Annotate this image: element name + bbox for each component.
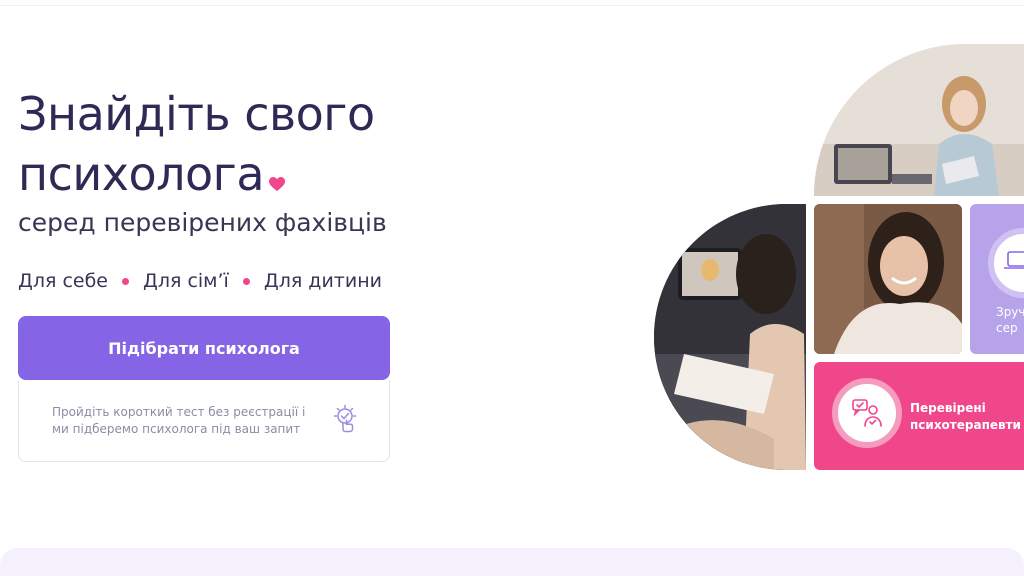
hero-subtitle: серед перевірених фахівців <box>18 208 387 237</box>
hero-title-word: психолога <box>18 147 265 201</box>
video-session-photo <box>654 204 806 470</box>
verified-therapists-label-line-1: Перевірені <box>910 401 986 415</box>
quick-test-text: Пройдіть короткий тест без реєстрації і … <box>52 404 306 436</box>
convenient-service-label-line-2: сер <box>996 321 1018 335</box>
verified-psychologist-icon <box>832 378 902 448</box>
next-section-band <box>0 548 1024 576</box>
separator-dot-icon <box>242 277 250 285</box>
smiling-woman-photo <box>814 204 962 354</box>
audience-item-child: Для дитини <box>263 270 382 292</box>
hero-title: Знайдіть свого психолога <box>18 84 375 204</box>
hero-title-line-2: психолога <box>18 144 375 204</box>
convenient-service-card[interactable]: Зруч сер <box>970 204 1024 354</box>
chat-laptop-icon <box>988 228 1024 298</box>
convenient-service-label: Зруч сер <box>996 304 1024 336</box>
verified-therapists-card[interactable]: Перевірені психотерапевти <box>814 362 1024 470</box>
convenient-service-label-line-1: Зруч <box>996 305 1024 319</box>
audience-item-family: Для сім’ї <box>143 270 229 292</box>
hero-title-line-1: Знайдіть свого <box>18 87 375 141</box>
woman-laptop-photo <box>814 44 1024 196</box>
audience-item-self: Для себе <box>18 270 108 292</box>
heart-icon <box>268 176 286 192</box>
audience-list: Для себе Для сім’ї Для дитини <box>18 270 382 292</box>
separator-dot-icon <box>122 277 129 285</box>
verified-therapists-label: Перевірені психотерапевти <box>910 400 1021 434</box>
quick-test-card[interactable]: Пройдіть короткий тест без реєстрації і … <box>18 380 390 462</box>
header-divider <box>0 0 1024 6</box>
lightbulb-check-icon <box>331 404 359 436</box>
verified-therapists-label-line-2: психотерапевти <box>910 418 1021 432</box>
photo-collage: Зруч сер Перевірені психотерапевти <box>650 40 1024 480</box>
find-psychologist-button[interactable]: Підібрати психолога <box>18 316 390 380</box>
